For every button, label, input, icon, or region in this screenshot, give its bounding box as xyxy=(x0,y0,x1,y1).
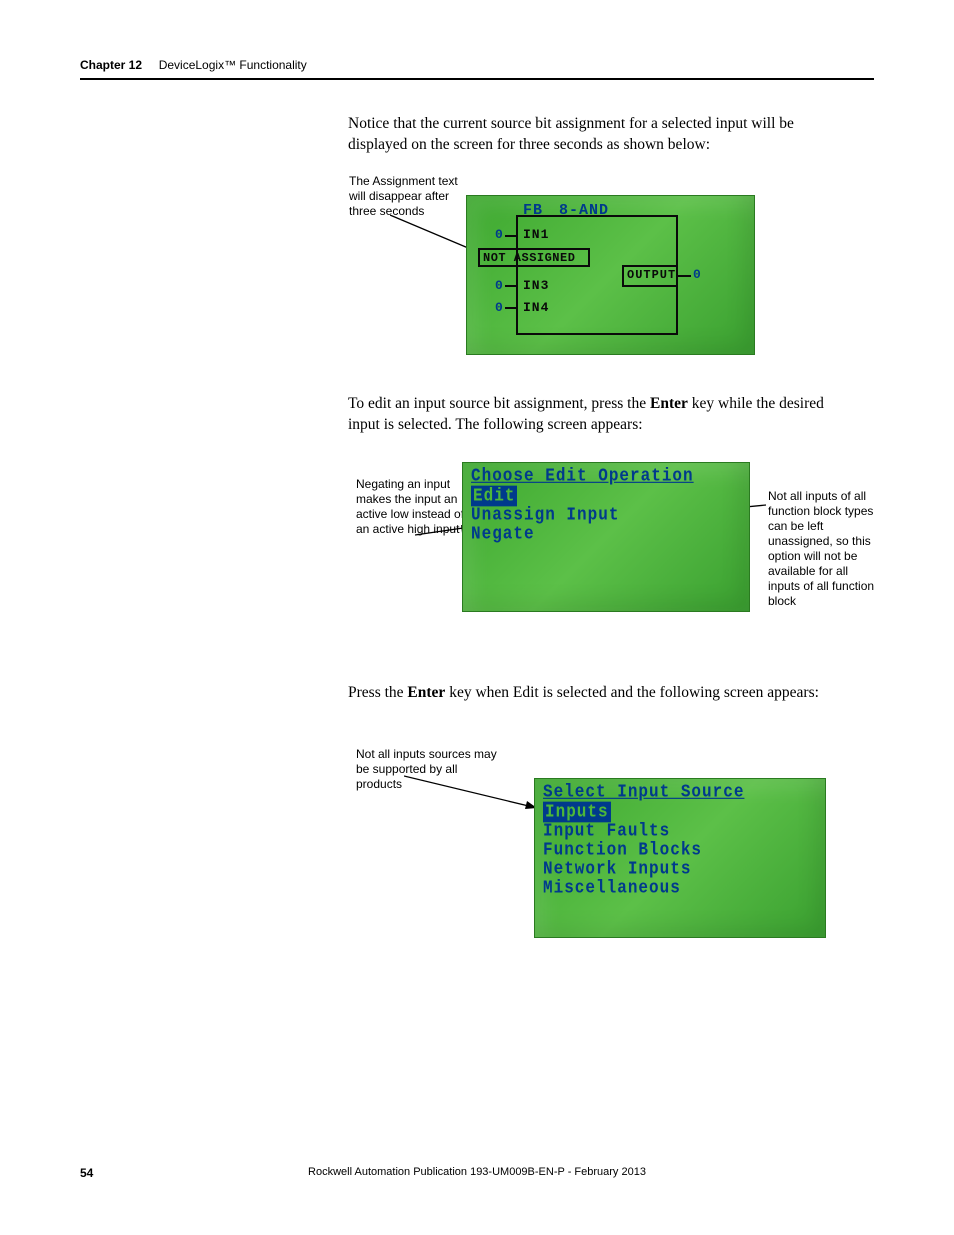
lcd-screen-input-source: Select Input Source Inputs Input Faults … xyxy=(534,778,826,938)
screen2-edit: Edit xyxy=(471,486,517,507)
paragraph-1: Notice that the current source bit assig… xyxy=(348,114,848,156)
p3-enter: Enter xyxy=(407,684,445,701)
page-footer: 54 Rockwell Automation Publication 193-U… xyxy=(80,1166,874,1180)
in4-val: 0 xyxy=(495,300,504,315)
in3-val: 0 xyxy=(495,278,504,293)
in1-val: 0 xyxy=(495,227,504,242)
screen3-miscellaneous: Miscellaneous xyxy=(543,878,744,899)
p2-enter: Enter xyxy=(650,395,688,412)
fb-label: FB xyxy=(523,202,543,219)
callout-assignment-text: The Assignment text will disappear after… xyxy=(349,174,459,219)
chapter-title: DeviceLogix™ Functionality xyxy=(159,58,307,72)
paragraph-2: To edit an input source bit assignment, … xyxy=(348,394,858,436)
page-header: Chapter 12 DeviceLogix™ Functionality xyxy=(80,56,874,88)
in4-label: IN4 xyxy=(523,300,549,315)
lcd-screen-edit-operation: Choose Edit Operation Edit Unassign Inpu… xyxy=(462,462,750,612)
in3-label: IN3 xyxy=(523,278,549,293)
screen2-unassign: Unassign Input xyxy=(471,505,694,526)
screen3-inputs: Inputs xyxy=(543,802,611,823)
screen2-negate: Negate xyxy=(471,524,694,545)
chapter-number: Chapter 12 xyxy=(80,58,142,72)
lcd-screen-function-block: FB 8-AND 0 IN1 NOT ASSIGNED 0 IN3 0 IN4 … xyxy=(466,195,755,355)
screen3-title: Select Input Source xyxy=(543,782,744,803)
callout-not-all-inputs: Not all inputs of all function block typ… xyxy=(768,489,878,609)
screen3-function-blocks: Function Blocks xyxy=(543,840,744,861)
header-rule xyxy=(80,78,874,80)
screen3-network-inputs: Network Inputs xyxy=(543,859,744,880)
screen3-input-faults: Input Faults xyxy=(543,821,744,842)
fb-type: 8-AND xyxy=(559,202,609,219)
publication-info: Rockwell Automation Publication 193-UM00… xyxy=(80,1166,874,1178)
output-val: 0 xyxy=(693,267,702,282)
chapter-label: Chapter 12 DeviceLogix™ Functionality xyxy=(80,58,307,72)
not-assigned: NOT ASSIGNED xyxy=(483,251,575,265)
screen2-title: Choose Edit Operation xyxy=(471,466,694,487)
p3-part-a: Press the xyxy=(348,684,407,701)
in1-label: IN1 xyxy=(523,227,549,242)
p3-part-c: key when Edit is selected and the follow… xyxy=(445,684,819,701)
p2-part-a: To edit an input source bit assignment, … xyxy=(348,395,650,412)
output-label: OUTPUT xyxy=(627,268,676,282)
arrow-icon xyxy=(404,774,546,814)
paragraph-3: Press the Enter key when Edit is selecte… xyxy=(348,683,868,704)
